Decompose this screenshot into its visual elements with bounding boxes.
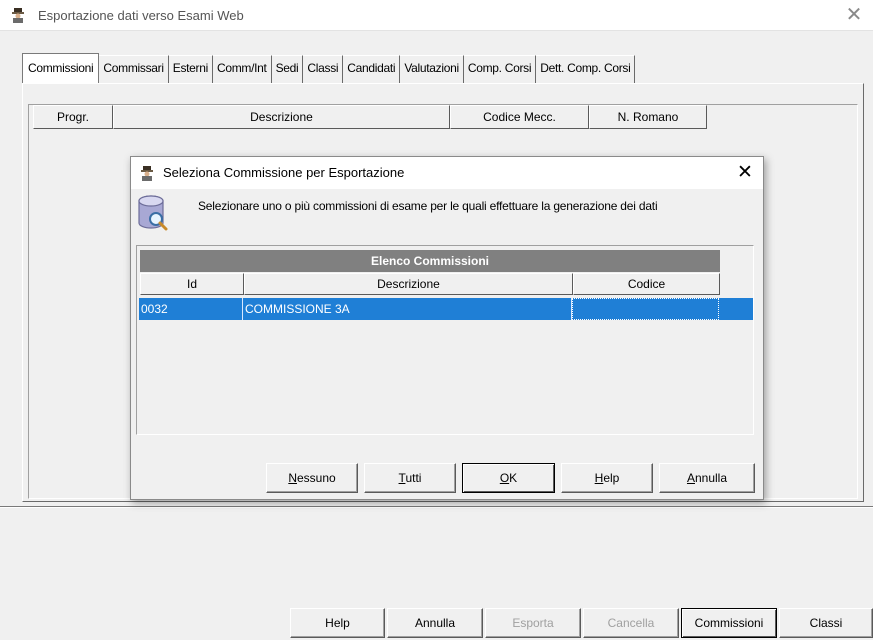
dialog-message: Selezionare uno o più commissioni di esa… (198, 199, 658, 213)
tab-strip: Commissioni Commissari Esterni Comm/Int … (22, 53, 636, 83)
dialog-app-icon (141, 166, 153, 181)
tab-comm-int[interactable]: Comm/Int (212, 55, 272, 83)
esporta-button[interactable]: Esporta (485, 608, 581, 638)
database-search-icon (138, 195, 168, 231)
grid-header-id[interactable]: Id (140, 273, 244, 295)
app-icon (12, 8, 24, 23)
column-header-descrizione[interactable]: Descrizione (113, 105, 450, 129)
dialog-annulla-button[interactable]: Annulla (659, 463, 755, 493)
table-row[interactable]: 0032 COMMISSIONE 3A (139, 298, 753, 320)
tab-sedi[interactable]: Sedi (271, 55, 304, 83)
column-header-progr[interactable]: Progr. (33, 105, 113, 129)
window-close-icon[interactable]: ✕ (841, 2, 867, 28)
tab-classi[interactable]: Classi (303, 55, 344, 83)
dialog-title: Seleziona Commissione per Esportazione (163, 165, 405, 180)
cell-descrizione: COMMISSIONE 3A (243, 298, 572, 320)
tab-comp-corsi[interactable]: Comp. Corsi (463, 55, 537, 83)
divider (0, 506, 873, 508)
grid-header-codice[interactable]: Codice (573, 273, 720, 295)
ok-button[interactable]: OK (462, 463, 555, 493)
commissioni-button[interactable]: Commissioni (681, 608, 777, 638)
dialog-help-button[interactable]: Help (561, 463, 653, 493)
tab-dett-comp-corsi[interactable]: Dett. Comp. Corsi (536, 55, 636, 83)
dialog-close-icon[interactable]: ✕ (733, 161, 757, 185)
classi-button[interactable]: Classi (779, 608, 873, 638)
window-title: Esportazione dati verso Esami Web (38, 8, 244, 23)
cell-codice (572, 298, 719, 320)
help-button[interactable]: Help (290, 608, 385, 638)
annulla-button[interactable]: Annulla (387, 608, 483, 638)
tab-valutazioni[interactable]: Valutazioni (400, 55, 464, 83)
grid-header-descrizione[interactable]: Descrizione (244, 273, 573, 295)
nessuno-button[interactable]: Nessuno (266, 463, 358, 493)
commission-list-grid[interactable]: Elenco Commissioni Id Descrizione Codice… (136, 245, 754, 435)
tutti-button[interactable]: Tutti (364, 463, 456, 493)
cancella-button[interactable]: Cancella (583, 608, 679, 638)
grid-caption: Elenco Commissioni (140, 250, 720, 272)
tab-commissari[interactable]: Commissari (99, 55, 169, 83)
column-header-n-romano[interactable]: N. Romano (589, 105, 707, 129)
select-commission-dialog: Seleziona Commissione per Esportazione ✕… (130, 156, 764, 500)
column-header-codice-mecc[interactable]: Codice Mecc. (450, 105, 589, 129)
tab-candidati[interactable]: Candidati (343, 55, 401, 83)
dialog-titlebar: Seleziona Commissione per Esportazione ✕ (131, 157, 763, 189)
window-titlebar: Esportazione dati verso Esami Web ✕ (0, 0, 873, 31)
cell-id: 0032 (139, 298, 243, 320)
tab-commissioni[interactable]: Commissioni (22, 53, 100, 83)
tab-esterni[interactable]: Esterni (168, 55, 213, 83)
